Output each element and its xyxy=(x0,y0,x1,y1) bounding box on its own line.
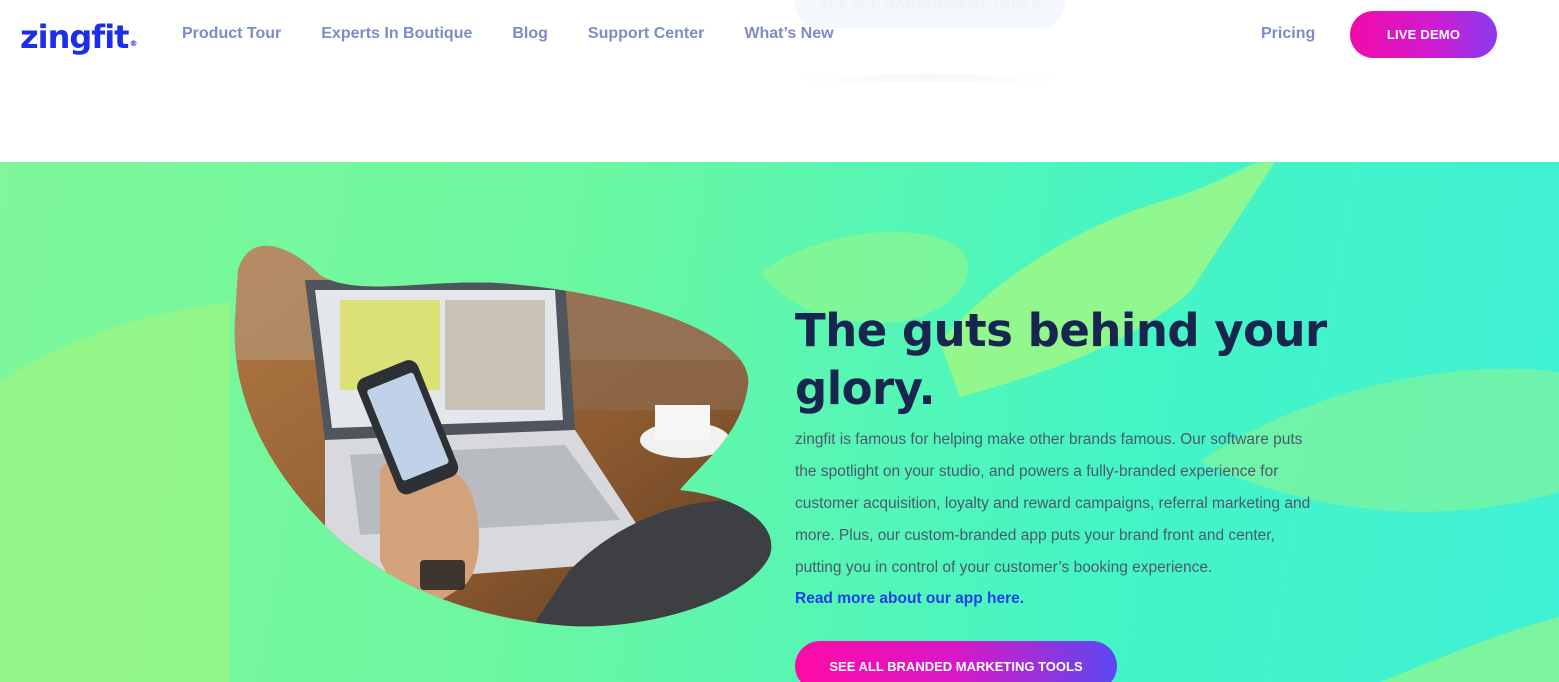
read-more-app-link[interactable]: Read more about our app here. xyxy=(795,585,1024,613)
nav-pricing[interactable]: Pricing xyxy=(1261,23,1315,45)
logo-registered-mark: ® xyxy=(129,39,138,48)
site-header: zingfit ® Product Tour Experts In Boutiq… xyxy=(0,0,1559,70)
section-description: zingfit is famous for helping make other… xyxy=(795,431,1311,576)
main-navigation: Product Tour Experts In Boutique Blog Su… xyxy=(182,23,874,45)
previous-section-divider-faded xyxy=(795,74,1060,82)
branded-experience-section: The guts behind your glory. zingfit is f… xyxy=(0,162,1559,682)
see-all-branded-marketing-tools-button[interactable]: SEE ALL BRANDED MARKETING TOOLS xyxy=(795,641,1117,682)
nav-support-center[interactable]: Support Center xyxy=(588,23,704,45)
nav-blog[interactable]: Blog xyxy=(512,23,548,45)
nav-experts-in-boutique[interactable]: Experts In Boutique xyxy=(321,23,472,45)
section-title: The guts behind your glory. xyxy=(795,304,1327,415)
nav-product-tour[interactable]: Product Tour xyxy=(182,23,281,45)
live-demo-button[interactable]: LIVE DEMO xyxy=(1350,11,1497,58)
zingfit-logo[interactable]: zingfit ® xyxy=(20,12,137,56)
logo-text: zingfit xyxy=(20,18,129,56)
laptop-phone-photo-icon xyxy=(234,245,772,627)
nav-whats-new[interactable]: What’s New xyxy=(744,23,833,45)
